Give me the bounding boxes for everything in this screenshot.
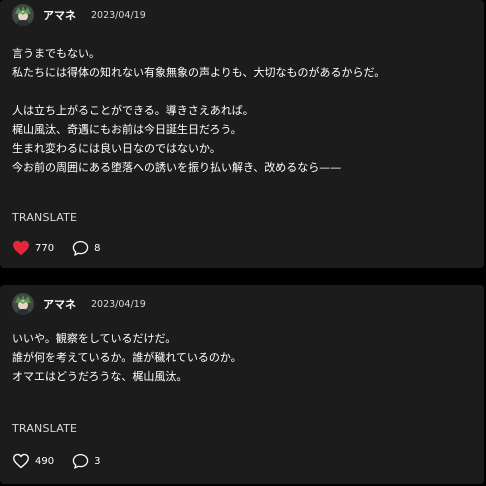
post-card: アマネ 2023/04/19 言うまでもない。 私たちには得体の知れない有象無象… (0, 0, 484, 268)
author-name[interactable]: アマネ (43, 7, 76, 23)
post-feed: アマネ 2023/04/19 言うまでもない。 私たちには得体の知れない有象無象… (0, 0, 486, 486)
post-line: 梶山風汰、奇遇にもお前は今日誕生日だろう。 (12, 123, 242, 136)
post-line: 生まれ変わるには良い日なのではないか。 (12, 142, 221, 155)
post-line: 人は立ち上がることができる。導きさえあれば。 (12, 104, 254, 117)
comment-bubble-icon (72, 240, 89, 256)
post-date: 2023/04/19 (91, 9, 146, 21)
like-button[interactable]: 490 (12, 453, 54, 469)
like-count: 490 (35, 455, 55, 467)
comment-count: 8 (94, 242, 101, 254)
avatar[interactable] (12, 293, 34, 315)
post-line: 今お前の周囲にある堕落への誘いを振り払い解き、改めるなら—— (12, 161, 342, 174)
post-body: 言うまでもない。 私たちには得体の知れない有象無象の声よりも、大切なものがあるか… (12, 44, 385, 177)
translate-button[interactable]: TRANSLATE (12, 211, 77, 224)
post-actions: 490 3 (12, 451, 118, 471)
heart-filled-icon (13, 240, 29, 256)
post-actions: 770 8 (12, 238, 118, 258)
post-body: いいや。観察をしているだけだ。 誰が何を考えているか。誰が穢れているのか。 オマ… (12, 329, 242, 386)
comment-button[interactable]: 8 (72, 240, 100, 256)
post-line: いいや。観察をしているだけだ。 (12, 332, 177, 345)
post-header: アマネ 2023/04/19 (12, 2, 146, 28)
translate-button[interactable]: TRANSLATE (12, 422, 77, 435)
post-card: アマネ 2023/04/19 いいや。観察をしているだけだ。 誰が何を考えている… (0, 285, 484, 484)
post-line: 言うまでもない。 (12, 47, 100, 60)
author-name[interactable]: アマネ (43, 296, 76, 312)
post-header: アマネ 2023/04/19 (12, 291, 146, 317)
like-count: 770 (35, 242, 55, 254)
post-line: 私たちには得体の知れない有象無象の声よりも、大切なものがあるからだ。 (12, 66, 386, 79)
comment-button[interactable]: 3 (72, 453, 100, 469)
like-button[interactable]: 770 (12, 240, 54, 256)
post-date: 2023/04/19 (91, 298, 146, 310)
heart-outline-icon (13, 453, 29, 469)
post-line: オマエはどうだろうな、梶山風汰。 (12, 370, 188, 383)
comment-count: 3 (94, 455, 101, 467)
avatar[interactable] (12, 4, 34, 26)
comment-bubble-icon (72, 453, 89, 469)
post-line: 誰が何を考えているか。誰が穢れているのか。 (12, 351, 242, 364)
